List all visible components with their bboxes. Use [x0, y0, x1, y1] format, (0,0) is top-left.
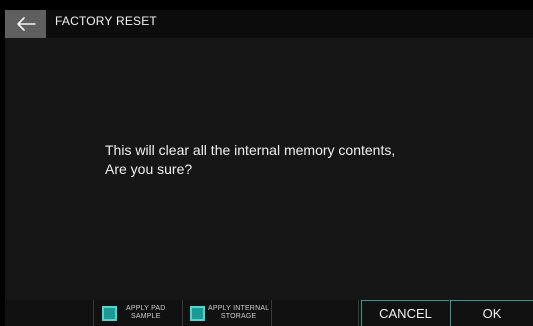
divider: [271, 300, 272, 326]
arrow-left-icon: [16, 17, 36, 31]
apply-internal-storage-checkbox[interactable]: [190, 305, 205, 321]
cancel-button[interactable]: CANCEL: [361, 300, 449, 326]
apply-internal-storage-option[interactable]: APPLY INTERNAL STORAGE: [190, 300, 270, 326]
apply-pad-sample-checkbox[interactable]: [102, 305, 117, 321]
divider: [358, 300, 359, 326]
apply-pad-sample-label: APPLY PAD SAMPLE: [126, 305, 166, 320]
title-bar: FACTORY RESET: [5, 10, 533, 38]
confirm-message-line1: This will clear all the internal memory …: [105, 142, 396, 158]
apply-pad-sample-option[interactable]: APPLY PAD SAMPLE: [102, 300, 180, 326]
divider: [182, 300, 183, 326]
confirm-message: This will clear all the internal memory …: [105, 141, 395, 179]
page-title: FACTORY RESET: [55, 14, 157, 28]
bottom-bar: APPLY PAD SAMPLE APPLY INTERNAL STORAGE …: [5, 300, 533, 326]
divider: [93, 300, 94, 326]
apply-internal-storage-label: APPLY INTERNAL STORAGE: [208, 305, 270, 320]
factory-reset-screen: FACTORY RESET This will clear all the in…: [5, 10, 533, 326]
ok-button[interactable]: OK: [450, 300, 533, 326]
confirm-message-line2: Are you sure?: [105, 161, 193, 177]
back-button[interactable]: [5, 10, 46, 38]
